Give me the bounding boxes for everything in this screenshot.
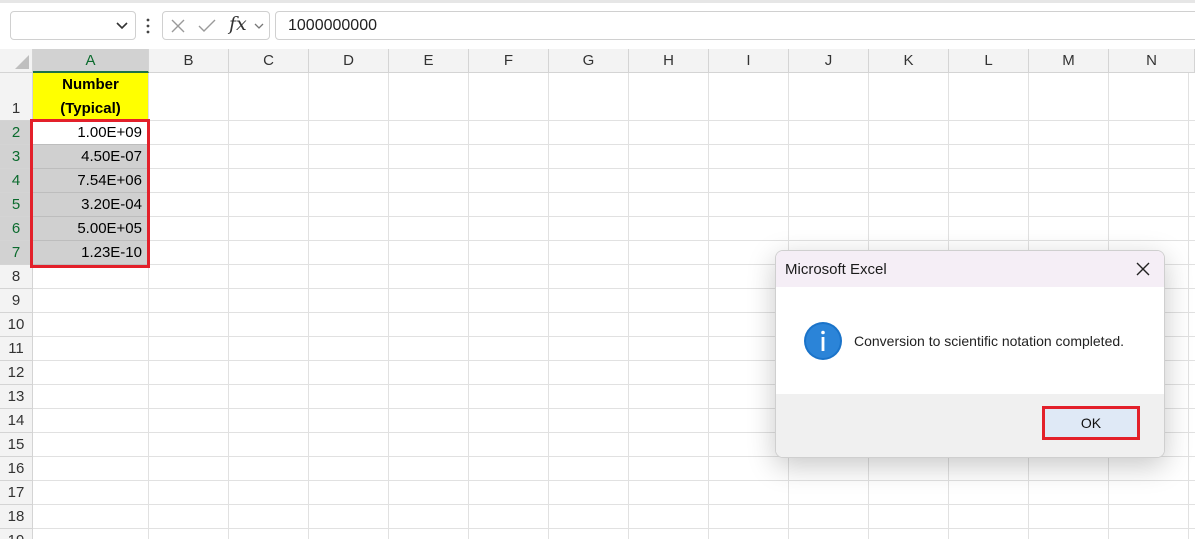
dialog-body: Conversion to scientific notation comple… [776, 287, 1164, 394]
row-header-14[interactable]: 14 [0, 409, 33, 433]
gridline [468, 73, 469, 539]
column-header-d[interactable]: D [309, 49, 389, 73]
column-header-i[interactable]: I [709, 49, 789, 73]
column-header-j[interactable]: J [789, 49, 869, 73]
row-header-16[interactable]: 16 [0, 457, 33, 481]
more-vertical-icon[interactable] [145, 16, 151, 36]
gridline [33, 504, 1195, 505]
gridline [33, 216, 1195, 217]
row-header-6[interactable]: 6 [0, 217, 33, 241]
row-header-10[interactable]: 10 [0, 313, 33, 337]
chevron-down-icon[interactable] [253, 20, 265, 32]
ok-button-highlight-box [1042, 406, 1140, 440]
row-header-8[interactable]: 8 [0, 265, 33, 289]
row-header-9[interactable]: 9 [0, 289, 33, 313]
gridline [33, 192, 1195, 193]
cancel-x-icon[interactable] [170, 18, 186, 34]
column-header-c[interactable]: C [229, 49, 309, 73]
dialog-title-bar: Microsoft Excel [776, 251, 1164, 287]
formula-tools: fx [162, 11, 270, 40]
row-header-4[interactable]: 4 [0, 169, 33, 193]
dialog-message: Conversion to scientific notation comple… [854, 333, 1125, 349]
row-header-7[interactable]: 7 [0, 241, 33, 265]
name-box[interactable] [10, 11, 136, 40]
column-header-g[interactable]: G [549, 49, 629, 73]
header-line-1: Number [62, 76, 119, 93]
message-dialog: Microsoft Excel Conversion to scientific… [775, 250, 1165, 458]
fx-icon[interactable]: fx [229, 13, 247, 35]
formula-bar: fx 1000000000 [0, 3, 1195, 47]
gridline [308, 73, 309, 539]
column-header-e[interactable]: E [389, 49, 469, 73]
gridline [33, 480, 1195, 481]
gridline [548, 73, 549, 539]
column-header-a[interactable]: A [33, 49, 149, 73]
gridline [33, 168, 1195, 169]
header-line-2: (Typical) [60, 100, 121, 117]
column-header-l[interactable]: L [949, 49, 1029, 73]
selection-highlight-box [30, 119, 150, 268]
row-header-1[interactable]: 1 [0, 73, 33, 121]
row-header-12[interactable]: 12 [0, 361, 33, 385]
row-header-2[interactable]: 2 [0, 121, 33, 145]
close-icon[interactable] [1130, 257, 1156, 281]
gridline [388, 73, 389, 539]
row-header-13[interactable]: 13 [0, 385, 33, 409]
column-header-k[interactable]: K [869, 49, 949, 73]
dialog-footer: OK [776, 394, 1164, 457]
column-header-b[interactable]: B [149, 49, 229, 73]
gridline [228, 73, 229, 539]
select-all-corner[interactable] [0, 49, 33, 73]
gridline [33, 240, 1195, 241]
cell-a1-header[interactable]: Number (Typical) [33, 73, 148, 121]
gridline [33, 528, 1195, 529]
row-header-15[interactable]: 15 [0, 433, 33, 457]
row-header-17[interactable]: 17 [0, 481, 33, 505]
row-header-18[interactable]: 18 [0, 505, 33, 529]
column-header-n[interactable]: N [1109, 49, 1195, 73]
check-icon[interactable] [198, 18, 216, 34]
gridline [708, 73, 709, 539]
formula-input[interactable]: 1000000000 [275, 11, 1195, 40]
info-icon [804, 322, 842, 360]
dialog-title: Microsoft Excel [785, 261, 887, 278]
row-header-5[interactable]: 5 [0, 193, 33, 217]
column-header-f[interactable]: F [469, 49, 549, 73]
gridline [1188, 73, 1189, 539]
gridline [33, 120, 1195, 121]
chevron-down-icon[interactable] [115, 18, 129, 32]
gridline [628, 73, 629, 539]
row-header-3[interactable]: 3 [0, 145, 33, 169]
column-header-m[interactable]: M [1029, 49, 1109, 73]
gridline [33, 144, 1195, 145]
row-header-11[interactable]: 11 [0, 337, 33, 361]
column-header-h[interactable]: H [629, 49, 709, 73]
row-header-19[interactable]: 19 [0, 529, 33, 539]
